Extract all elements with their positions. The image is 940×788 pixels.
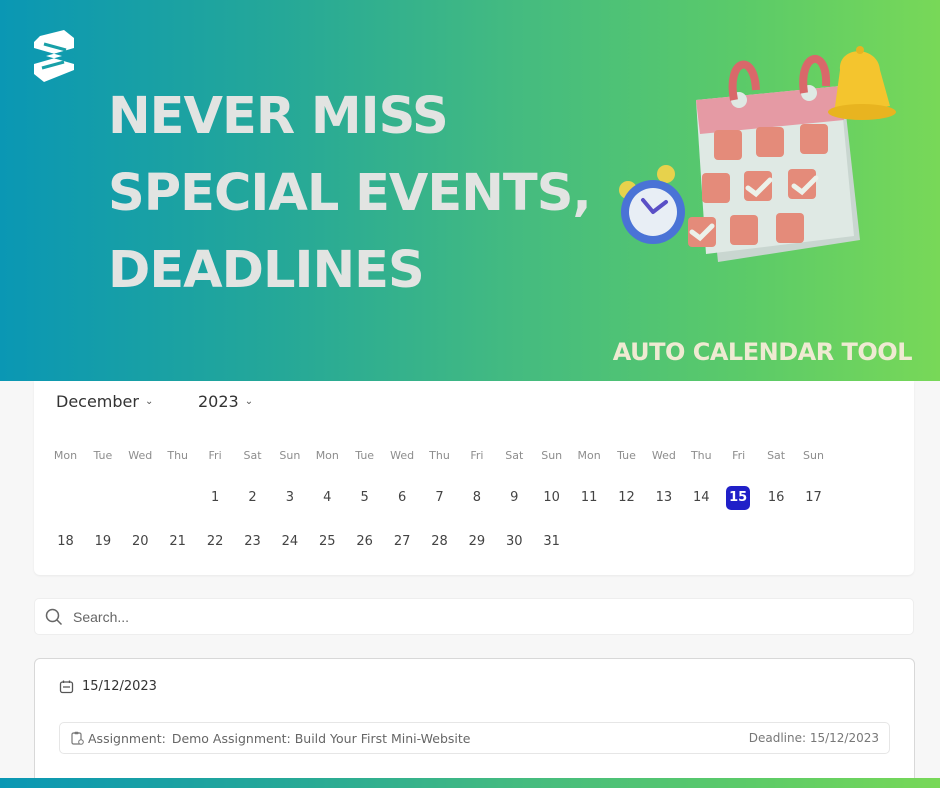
alarm-clock-icon: [619, 165, 685, 244]
bell-icon: [828, 46, 896, 120]
calendar-icon: [59, 680, 74, 694]
day-cell[interactable]: 7: [421, 486, 458, 510]
weekday-label: Tue: [355, 449, 375, 462]
day-cell[interactable]: 20: [122, 530, 159, 554]
search-bar[interactable]: [34, 598, 914, 635]
weekday-label: Thu: [167, 449, 189, 462]
day-cell[interactable]: 31: [533, 530, 570, 554]
weekday-label: Fri: [208, 449, 222, 462]
day-cell[interactable]: 3: [271, 486, 308, 510]
day-cell[interactable]: 21: [159, 530, 196, 554]
month-select[interactable]: December ⌄: [56, 392, 153, 411]
day-cell[interactable]: 24: [271, 530, 308, 554]
event-type-label: Assignment:: [88, 730, 166, 746]
event-title: Demo Assignment: Build Your First Mini-W…: [171, 730, 471, 746]
weekday-label: Wed: [128, 449, 153, 462]
day-cell[interactable]: 22: [197, 530, 234, 554]
weekday-label: Fri: [470, 449, 484, 462]
calendar-icon: [688, 55, 860, 262]
day-cell[interactable]: 18: [47, 530, 84, 554]
month-value: December: [56, 392, 139, 411]
day-cell[interactable]: 25: [309, 530, 346, 554]
year-select[interactable]: 2023 ⌄: [198, 392, 253, 411]
day-cell[interactable]: 6: [384, 486, 421, 510]
weekday-label: Sat: [505, 449, 524, 462]
day-cell[interactable]: 9: [496, 486, 533, 510]
footer-gradient-bar: [0, 778, 940, 788]
weekday-label: Sun: [541, 449, 563, 462]
search-input[interactable]: [73, 608, 853, 625]
weekday-label: Sun: [279, 449, 301, 462]
weekday-label: Fri: [732, 449, 746, 462]
day-cell[interactable]: 14: [683, 486, 720, 510]
day-cell[interactable]: 13: [645, 486, 682, 510]
headline: NEVER MISS SPECIAL EVENTS, DEADLINES: [108, 78, 592, 309]
calendar-card: December ⌄ 2023 ⌄ Mon Tue Wed Thu Fri Sat Sun M…: [34, 381, 914, 575]
weekday-label: Wed: [651, 449, 676, 462]
weekday-label: Sat: [243, 449, 262, 462]
day-cell[interactable]: 2: [234, 486, 271, 510]
promo-banner: NEVER MISS SPECIAL EVENTS, DEADLINES AUT…: [0, 0, 940, 381]
weekday-label: Tue: [93, 449, 113, 462]
day-cell[interactable]: 8: [458, 486, 495, 510]
headline-line-2: SPECIAL EVENTS,: [108, 164, 592, 223]
day-cell[interactable]: 23: [234, 530, 271, 554]
day-cell[interactable]: 5: [346, 486, 383, 510]
s-logo-icon: [34, 30, 74, 82]
headline-line-1: NEVER MISS: [108, 87, 449, 146]
day-cell[interactable]: 29: [458, 530, 495, 554]
day-cell[interactable]: 19: [84, 530, 121, 554]
day-cell[interactable]: 28: [421, 530, 458, 554]
weekday-label: Mon: [315, 449, 339, 462]
calendar-app: December ⌄ 2023 ⌄ Mon Tue Wed Thu Fri Sat Sun M…: [0, 381, 940, 788]
event-date: 15/12/2023: [82, 679, 157, 694]
day-cell[interactable]: 26: [346, 530, 383, 554]
event-date-group: 15/12/2023: [59, 679, 157, 694]
headline-line-3: DEADLINES: [108, 241, 425, 300]
calendar-illustration: [619, 46, 896, 262]
weekday-label: Mon: [53, 449, 78, 462]
event-item[interactable]: Assignment: Demo Assignment: Build Your …: [59, 722, 890, 754]
day-cell[interactable]: 16: [758, 486, 795, 510]
weekday-label: Sat: [767, 449, 786, 462]
day-cell[interactable]: 1: [197, 486, 234, 510]
tagline: AUTO CALENDAR TOOL: [612, 338, 913, 366]
weekday-label: Sun: [803, 449, 824, 462]
search-icon: [45, 608, 63, 625]
events-panel: 15/12/2023 Assignment: Demo Assignment: …: [34, 658, 915, 788]
day-cell[interactable]: 4: [309, 486, 346, 510]
weekday-label: Thu: [429, 449, 450, 462]
year-value: 2023: [198, 392, 239, 411]
weekday-label: Tue: [617, 449, 636, 462]
chevron-down-icon: ⌄: [144, 396, 154, 407]
clipboard-icon: [71, 731, 84, 745]
event-deadline: Deadline: 15/12/2023: [748, 731, 879, 745]
weekday-label: Wed: [390, 449, 415, 462]
weekday-label: Thu: [690, 449, 712, 462]
weekday-label: Mon: [577, 449, 601, 462]
day-cell-selected[interactable]: 15: [726, 486, 751, 510]
day-cell[interactable]: 30: [496, 530, 533, 554]
day-cell[interactable]: 17: [795, 486, 832, 510]
day-cell[interactable]: 10: [533, 486, 570, 510]
day-cell[interactable]: 12: [608, 486, 645, 510]
day-cell[interactable]: 11: [571, 486, 608, 510]
day-cell[interactable]: 27: [384, 530, 421, 554]
chevron-down-icon: ⌄: [244, 396, 254, 407]
